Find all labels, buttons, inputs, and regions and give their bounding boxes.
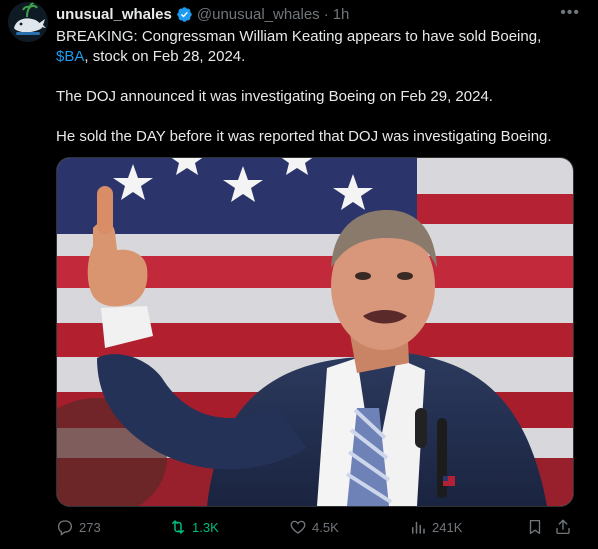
bar-chart-icon xyxy=(412,521,425,534)
tweet-photo[interactable] xyxy=(56,157,574,507)
photo-man-thumbs-up-flag xyxy=(57,158,573,506)
tweet-header: unusual_whales @unusual_whales · 1h xyxy=(56,5,349,23)
whale-logo-icon xyxy=(8,2,48,42)
tweet-text: BREAKING: Congressman William Keating ap… xyxy=(56,27,576,147)
reply-button[interactable]: 273 xyxy=(56,518,101,536)
comment-icon xyxy=(57,520,73,536)
share-icon xyxy=(556,519,570,535)
verified-badge-icon xyxy=(176,6,193,23)
tweet-actions-bar: 273 1.3K 4.5K 241K xyxy=(56,517,576,537)
share-button[interactable] xyxy=(554,518,572,536)
heart-icon xyxy=(290,520,306,534)
more-horizontal-icon[interactable]: ••• xyxy=(560,4,580,22)
like-count: 4.5K xyxy=(312,519,339,535)
like-button[interactable]: 4.5K xyxy=(289,518,339,536)
retweet-icon xyxy=(172,520,184,534)
author-handle[interactable]: @unusual_whales xyxy=(197,6,320,23)
retweet-count: 1.3K xyxy=(192,519,219,535)
tweet-line1-suffix: , stock on Feb 28, 2024. xyxy=(84,48,246,65)
tweet-paragraph-3: He sold the DAY before it was reported t… xyxy=(56,128,552,145)
bookmark-icon xyxy=(529,519,541,535)
views-button[interactable]: 241K xyxy=(409,518,462,536)
bookmark-button[interactable] xyxy=(526,518,544,536)
cashtag-link[interactable]: $BA xyxy=(56,48,84,65)
tweet[interactable]: unusual_whales @unusual_whales · 1h ••• … xyxy=(0,0,598,549)
reply-count: 273 xyxy=(79,519,101,535)
tweet-paragraph-1: BREAKING: Congressman William Keating ap… xyxy=(56,27,576,67)
retweet-button[interactable]: 1.3K xyxy=(169,518,219,536)
header-separator: · xyxy=(323,5,329,23)
tweet-timestamp[interactable]: 1h xyxy=(333,6,350,23)
author-display-name[interactable]: unusual_whales xyxy=(56,6,172,23)
tweet-paragraph-2: The DOJ announced it was investigating B… xyxy=(56,88,493,105)
views-count: 241K xyxy=(432,519,463,535)
tweet-line1-prefix: BREAKING: Congressman William Keating ap… xyxy=(56,28,542,45)
avatar[interactable] xyxy=(8,2,48,42)
